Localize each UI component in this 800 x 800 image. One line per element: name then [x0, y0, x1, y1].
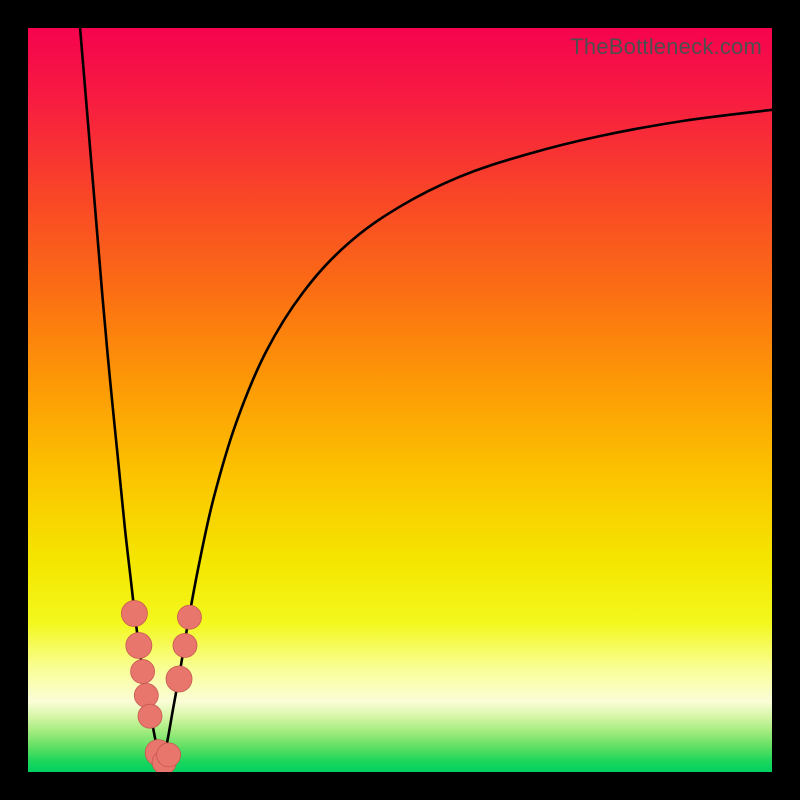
marker-point	[131, 660, 155, 684]
marker-point	[121, 601, 147, 627]
marker-point	[173, 634, 197, 658]
plot-svg	[28, 28, 772, 772]
plot-area: TheBottleneck.com	[28, 28, 772, 772]
marker-point	[166, 666, 192, 692]
marker-point	[157, 743, 181, 767]
marker-point	[138, 704, 162, 728]
chart-frame: TheBottleneck.com	[0, 0, 800, 800]
marker-point	[126, 633, 152, 659]
watermark-label: TheBottleneck.com	[570, 34, 762, 60]
marker-point	[177, 605, 201, 629]
marker-point	[134, 683, 158, 707]
